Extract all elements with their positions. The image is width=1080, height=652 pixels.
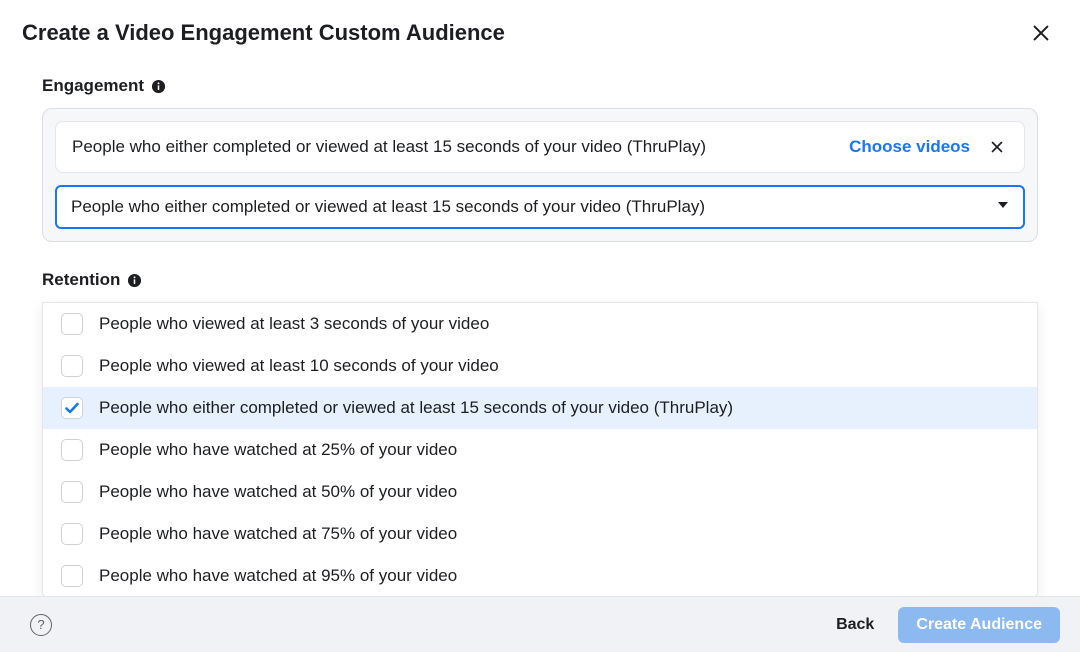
engagement-selected-text: People who either completed or viewed at…	[72, 137, 833, 157]
retention-label-text: Retention	[42, 270, 120, 290]
engagement-row: People who either completed or viewed at…	[55, 121, 1025, 173]
engagement-option[interactable]: People who have watched at 75% of your v…	[43, 513, 1037, 555]
option-checkbox[interactable]	[61, 397, 83, 419]
option-label: People who have watched at 25% of your v…	[99, 440, 457, 460]
chevron-down-icon	[997, 198, 1009, 216]
option-label: People who viewed at least 3 seconds of …	[99, 314, 489, 334]
engagement-dropdown-panel: People who viewed at least 3 seconds of …	[42, 302, 1038, 598]
modal-footer: ? Back Create Audience	[0, 596, 1080, 652]
option-label: People who have watched at 50% of your v…	[99, 482, 457, 502]
retention-section-label: Retention	[42, 270, 1038, 290]
option-label: People who either completed or viewed at…	[99, 398, 733, 418]
option-checkbox[interactable]	[61, 313, 83, 335]
create-audience-button[interactable]: Create Audience	[898, 607, 1060, 643]
engagement-select[interactable]: People who either completed or viewed at…	[55, 185, 1025, 229]
option-label: People who viewed at least 10 seconds of…	[99, 356, 499, 376]
engagement-option[interactable]: People who have watched at 95% of your v…	[43, 555, 1037, 597]
engagement-card: People who either completed or viewed at…	[42, 108, 1038, 242]
engagement-label-text: Engagement	[42, 76, 144, 96]
engagement-option[interactable]: People who viewed at least 3 seconds of …	[43, 303, 1037, 345]
engagement-option[interactable]: People who have watched at 50% of your v…	[43, 471, 1037, 513]
info-icon[interactable]	[151, 79, 166, 94]
engagement-section-label: Engagement	[42, 76, 1038, 96]
remove-engagement-icon[interactable]	[986, 136, 1008, 158]
option-checkbox[interactable]	[61, 355, 83, 377]
back-button[interactable]: Back	[836, 616, 874, 634]
engagement-option[interactable]: People who viewed at least 10 seconds of…	[43, 345, 1037, 387]
info-icon[interactable]	[127, 273, 142, 288]
close-icon[interactable]	[1026, 18, 1056, 48]
option-label: People who have watched at 75% of your v…	[99, 524, 457, 544]
engagement-option[interactable]: People who have watched at 25% of your v…	[43, 429, 1037, 471]
option-label: People who have watched at 95% of your v…	[99, 566, 457, 586]
option-checkbox[interactable]	[61, 523, 83, 545]
engagement-option[interactable]: People who either completed or viewed at…	[43, 387, 1037, 429]
option-checkbox[interactable]	[61, 565, 83, 587]
choose-videos-link[interactable]: Choose videos	[849, 137, 970, 157]
option-checkbox[interactable]	[61, 481, 83, 503]
modal-title: Create a Video Engagement Custom Audienc…	[22, 20, 505, 46]
option-checkbox[interactable]	[61, 439, 83, 461]
help-icon[interactable]: ?	[30, 614, 52, 636]
engagement-select-value: People who either completed or viewed at…	[71, 197, 705, 217]
